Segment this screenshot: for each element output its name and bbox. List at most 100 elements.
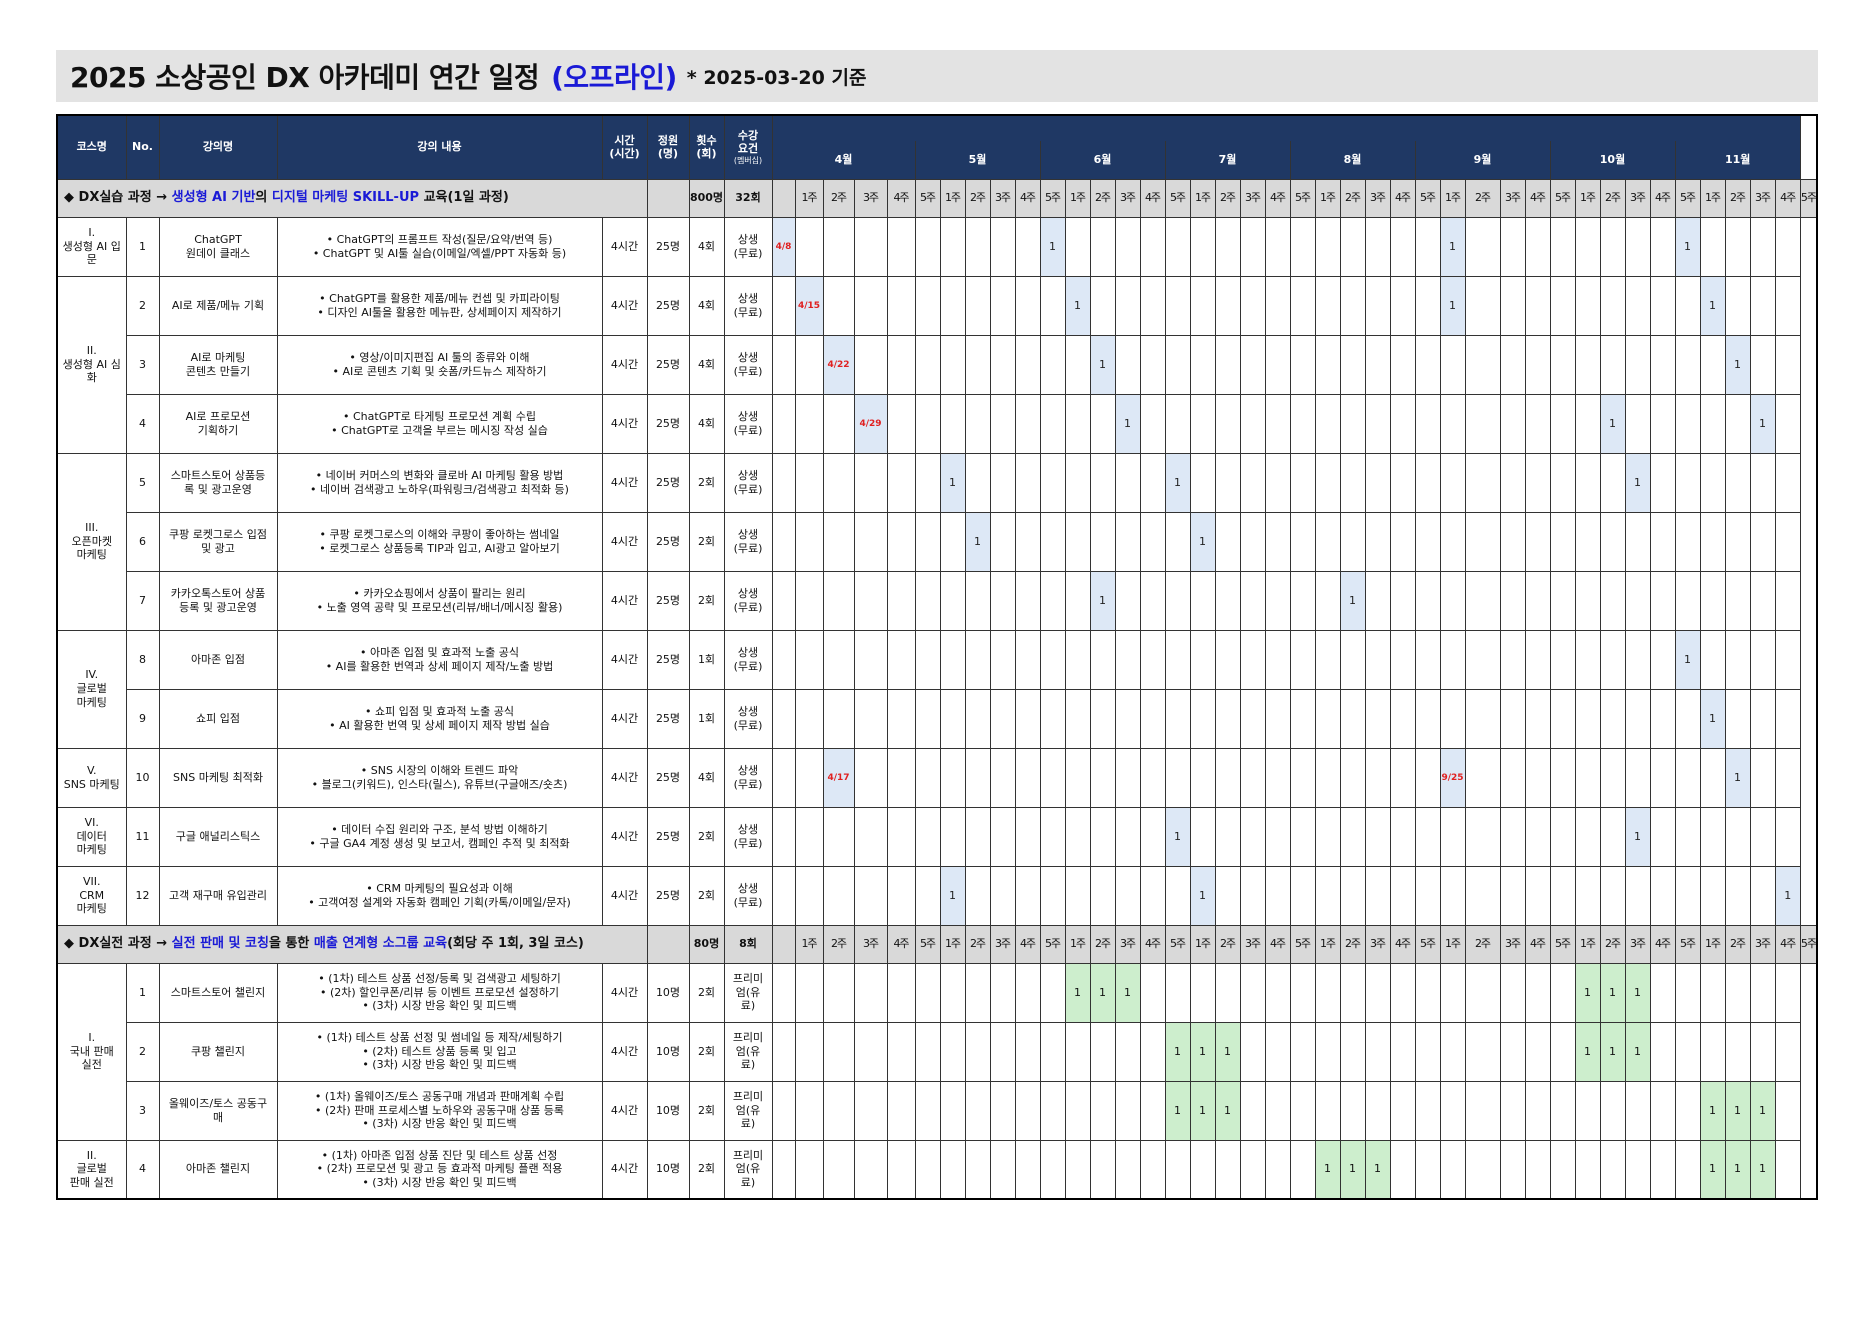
schedule-cell — [1699, 216, 1726, 277]
schedule-cell — [853, 511, 888, 572]
schedule-cell — [1289, 275, 1316, 336]
schedule-cell — [1164, 275, 1191, 336]
schedule-cell — [1089, 629, 1116, 690]
schedule-mark: 1 — [1199, 1103, 1206, 1117]
schedule-cell — [1749, 334, 1776, 395]
schedule-cell — [1549, 452, 1576, 513]
schedule-cell — [1499, 393, 1526, 454]
schedule-cell-active: 1 — [1164, 1080, 1191, 1141]
schedule-cell-active: 1 — [1699, 1080, 1726, 1141]
schedule-cell — [1264, 275, 1291, 336]
lecture-requirement: 프리미 엄(유 료) — [723, 1139, 773, 1200]
schedule-mark: 1 — [1634, 985, 1641, 999]
schedule-mark: 1 — [949, 888, 956, 902]
schedule-mark: 1 — [1709, 1162, 1716, 1176]
section-requirement — [771, 924, 796, 964]
schedule-cell — [1089, 393, 1116, 454]
schedule-cell — [939, 688, 966, 749]
schedule-cell — [1724, 216, 1751, 277]
schedule-cell — [1624, 393, 1651, 454]
schedule-cell — [1774, 570, 1801, 631]
schedule-cell — [1524, 1021, 1551, 1082]
schedule-cell — [1599, 275, 1626, 336]
lecture-capacity: 10명 — [646, 1139, 690, 1200]
schedule-cell — [1089, 216, 1116, 277]
schedule-cell — [1314, 393, 1341, 454]
lecture-requirement: 상생 (무료) — [723, 334, 773, 395]
course-name: III. 오픈마켓 마케팅 — [56, 452, 127, 631]
schedule-cell — [886, 1080, 916, 1141]
schedule-cell — [914, 334, 941, 395]
schedule-cell — [794, 629, 824, 690]
schedule-mark: 1 — [974, 534, 981, 548]
schedule-cell — [1114, 570, 1141, 631]
week-header: 4주 — [1139, 178, 1166, 218]
schedule-cell — [771, 688, 796, 749]
schedule-mark: 1 — [1684, 652, 1691, 666]
week-header: 2주 — [1214, 178, 1241, 218]
schedule-cell — [771, 962, 796, 1023]
schedule-cell — [1649, 1021, 1676, 1082]
schedule-cell — [989, 629, 1016, 690]
lecture-name: ChatGPT 원데이 클래스 — [158, 216, 278, 277]
schedule-cell — [1064, 865, 1091, 926]
schedule-cell — [1724, 688, 1751, 749]
schedule-cell — [1289, 452, 1316, 513]
schedule-cell — [1774, 393, 1801, 454]
schedule-cell — [1039, 393, 1066, 454]
schedule-cell — [1499, 452, 1526, 513]
schedule-cell — [1389, 962, 1416, 1023]
week-header: 4주 — [1139, 924, 1166, 964]
schedule-cell — [1139, 1080, 1166, 1141]
week-header: 5주 — [1674, 178, 1701, 218]
schedule-cell — [1264, 393, 1291, 454]
schedule-cell — [939, 511, 966, 572]
schedule-cell — [914, 629, 941, 690]
schedule-cell — [1499, 806, 1526, 867]
schedule-cell — [1674, 334, 1701, 395]
schedule-table: 코스명 No. 강의명 강의 내용 시간 (시간) 정원 (명) 횟수 (회) … — [56, 114, 1818, 1200]
schedule-cell — [1524, 629, 1551, 690]
week-header: 1주 — [1064, 924, 1091, 964]
section-hours — [646, 924, 690, 964]
schedule-cell — [1439, 511, 1466, 572]
month-header: 5월 — [914, 141, 1041, 180]
schedule-cell — [964, 570, 991, 631]
lecture-count: 1회 — [688, 688, 725, 749]
schedule-cell — [1239, 1021, 1266, 1082]
lecture-capacity: 25명 — [646, 688, 690, 749]
lecture-capacity: 25명 — [646, 865, 690, 926]
week-header: 1주 — [1064, 178, 1091, 218]
schedule-cell — [1699, 865, 1726, 926]
lecture-content: • ChatGPT를 활용한 제품/메뉴 컨셉 및 카피라이팅 • 디자인 AI… — [276, 275, 603, 336]
schedule-cell — [1089, 747, 1116, 808]
schedule-cell — [1014, 452, 1041, 513]
schedule-cell-active: 1 — [1089, 334, 1116, 395]
schedule-cell — [886, 1021, 916, 1082]
schedule-cell-active: 1 — [1214, 1021, 1241, 1082]
schedule-cell — [989, 806, 1016, 867]
schedule-cell — [794, 216, 824, 277]
schedule-cell — [1239, 962, 1266, 1023]
schedule-cell — [771, 511, 796, 572]
schedule-cell — [1339, 275, 1366, 336]
month-header: 11월 — [1674, 141, 1801, 180]
month-header: 10월 — [1549, 141, 1676, 180]
lecture-hours: 4시간 — [601, 1139, 648, 1200]
schedule-cell — [1499, 1139, 1526, 1200]
week-header: 3주 — [1499, 924, 1526, 964]
schedule-cell — [1574, 452, 1601, 513]
schedule-cell — [989, 1080, 1016, 1141]
schedule-cell — [1164, 570, 1191, 631]
schedule-mark: 1 — [1709, 711, 1716, 725]
lecture-count: 4회 — [688, 747, 725, 808]
header-lecture: 강의명 — [158, 114, 278, 180]
schedule-cell — [1214, 452, 1241, 513]
schedule-cell — [1289, 1139, 1316, 1200]
lecture-name: 아마존 챌린지 — [158, 1139, 278, 1200]
section-title-part: 을 통한 — [268, 935, 314, 951]
schedule-cell — [1524, 1139, 1551, 1200]
schedule-cell — [989, 216, 1016, 277]
section-capacity: 800명 — [688, 178, 725, 218]
schedule-cell — [1389, 334, 1416, 395]
